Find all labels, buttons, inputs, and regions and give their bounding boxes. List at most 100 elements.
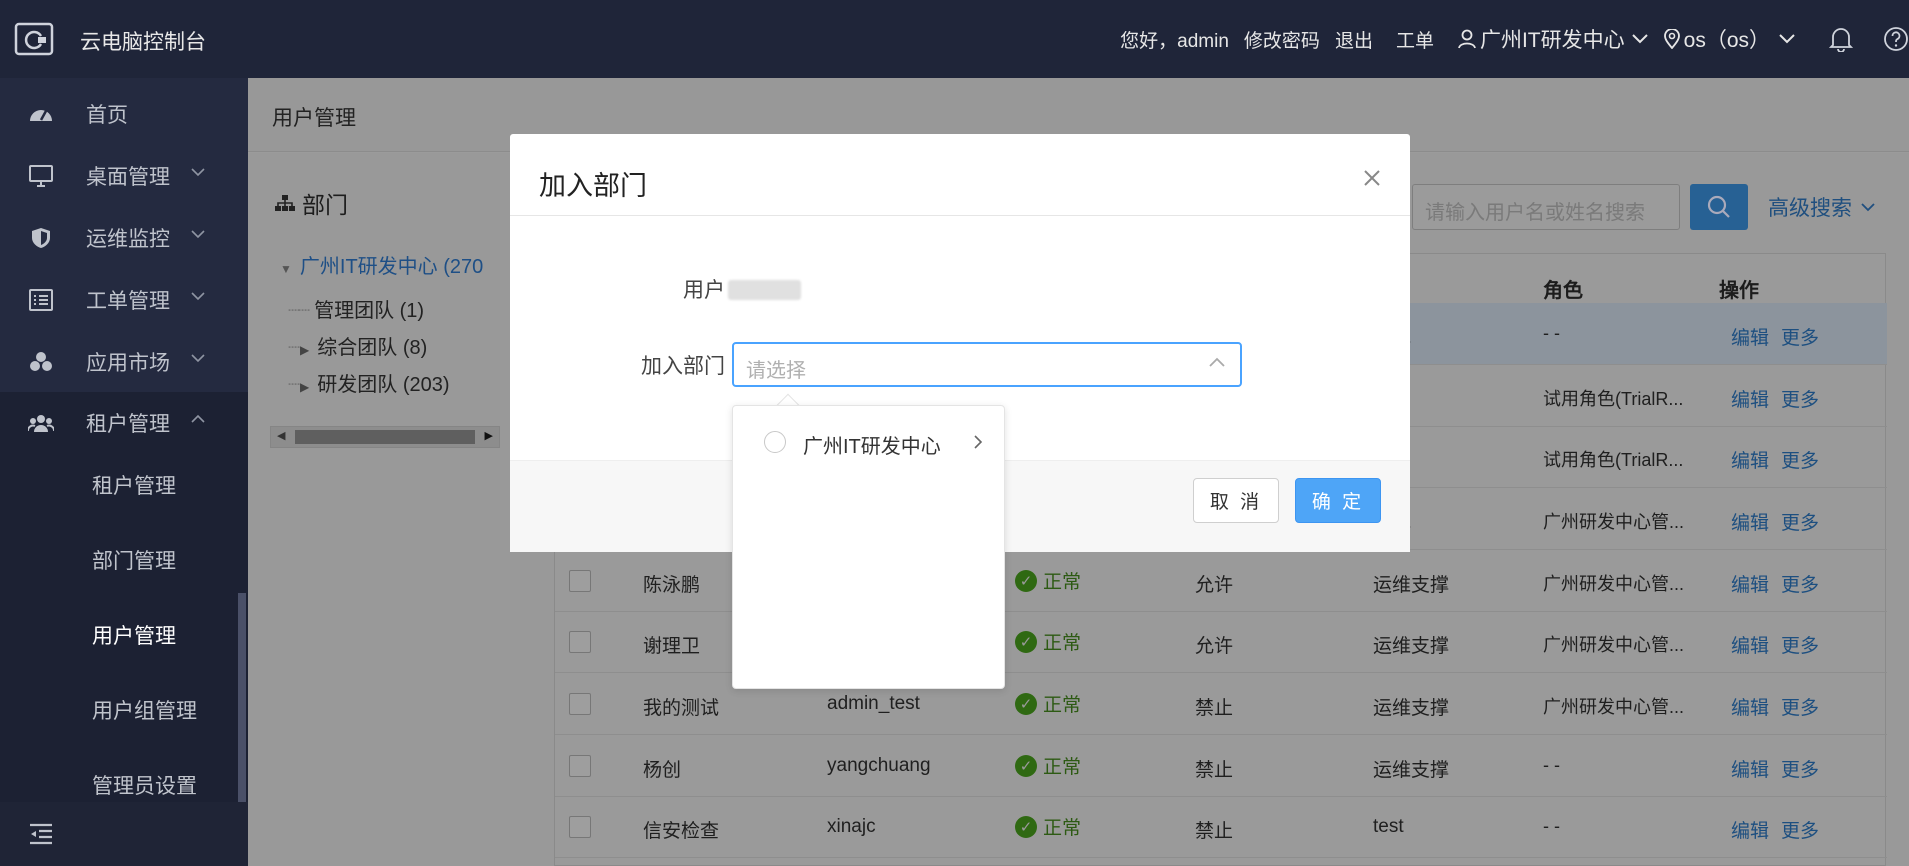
- collapse-menu-icon[interactable]: [28, 823, 54, 845]
- more-link[interactable]: 更多: [1781, 755, 1819, 782]
- sidebar-subitem-usergroup-manage[interactable]: 用户组管理: [0, 673, 248, 747]
- breadcrumb: 用户管理: [272, 107, 356, 130]
- cell-name: 陈泳鹏: [643, 575, 701, 596]
- location-pin-icon: [1663, 29, 1680, 49]
- more-link[interactable]: 更多: [1781, 816, 1819, 843]
- tree-node-root[interactable]: ▼ 广州IT研发中心 (270: [280, 250, 483, 279]
- sidebar-subitem-admin-settings[interactable]: 管理员设置: [0, 748, 248, 802]
- caret-down-icon[interactable]: ▼: [280, 262, 292, 276]
- scroll-right-icon[interactable]: ▶: [485, 429, 493, 442]
- confirm-button[interactable]: 确 定: [1295, 478, 1381, 523]
- edit-link[interactable]: 编辑: [1731, 508, 1769, 535]
- tree-node-label: 管理团队 (1): [314, 300, 425, 322]
- sidebar-item-app-market[interactable]: 应用市场: [0, 331, 248, 393]
- row-checkbox[interactable]: [569, 570, 591, 592]
- sidebar-item-tenant[interactable]: 租户管理: [0, 392, 248, 454]
- dashboard-icon: [30, 110, 52, 121]
- column-header-role: 角色: [1543, 280, 1583, 302]
- tree-node[interactable]: ┈ ▶ 研发团队 (203): [288, 368, 450, 397]
- sidebar-subitem-label: 用户组管理: [92, 700, 197, 723]
- more-link[interactable]: 更多: [1781, 446, 1819, 473]
- sidebar-item-label: 应用市场: [86, 352, 170, 375]
- sidebar-scrollbar[interactable]: [238, 593, 246, 802]
- cell-access: 允许: [1195, 636, 1234, 657]
- tree-node[interactable]: ┈ ▶ 综合团队 (8): [288, 331, 427, 360]
- org-switcher[interactable]: 广州IT研发中心: [1458, 24, 1649, 54]
- sidebar-subitem-user-manage[interactable]: 用户管理: [0, 598, 248, 672]
- sidebar-item-monitoring[interactable]: 运维监控: [0, 207, 248, 269]
- tree-node[interactable]: ┈┈ 管理团队 (1): [288, 294, 424, 323]
- chevron-down-icon: [1861, 203, 1875, 212]
- caret-right-icon[interactable]: ▶: [300, 380, 309, 394]
- sidebar-item-label: 运维监控: [86, 228, 170, 251]
- more-link[interactable]: 更多: [1781, 693, 1819, 720]
- check-circle-icon: ✓: [1015, 630, 1037, 653]
- sidebar-item-label: 桌面管理: [86, 166, 170, 189]
- edit-link[interactable]: 编辑: [1731, 323, 1769, 350]
- cell-role: - -: [1543, 816, 1560, 836]
- more-link[interactable]: 更多: [1781, 570, 1819, 597]
- cell-role: - -: [1543, 323, 1560, 343]
- department-label: 加入部门: [641, 355, 725, 378]
- advanced-search-toggle[interactable]: 高级搜索: [1768, 192, 1876, 222]
- search-input[interactable]: 请输入用户名或姓名搜索: [1412, 184, 1680, 230]
- edit-link[interactable]: 编辑: [1731, 755, 1769, 782]
- cell-status: ✓ 正常: [1015, 690, 1081, 717]
- sidebar-subitem-label: 部门管理: [92, 550, 176, 573]
- tree-node-label: 研发团队 (203): [317, 374, 450, 396]
- cell-name: 我的测试: [643, 698, 720, 719]
- row-checkbox[interactable]: [569, 755, 591, 777]
- edit-link[interactable]: 编辑: [1731, 570, 1769, 597]
- change-password-link[interactable]: 修改密码: [1244, 26, 1320, 53]
- more-link[interactable]: 更多: [1781, 508, 1819, 535]
- sidebar-subitem-tenant-manage[interactable]: 租户管理: [0, 448, 248, 522]
- close-icon[interactable]: [1358, 164, 1386, 192]
- edit-link[interactable]: 编辑: [1731, 816, 1769, 843]
- bell-icon[interactable]: [1829, 26, 1853, 52]
- cell-name: 杨创: [643, 760, 682, 781]
- edit-link[interactable]: 编辑: [1731, 631, 1769, 658]
- cell-role: - -: [1543, 755, 1560, 775]
- chevron-right-icon: [974, 435, 983, 449]
- region-switcher[interactable]: os（os）: [1663, 24, 1796, 54]
- ticket-link[interactable]: 工单: [1396, 26, 1434, 53]
- scroll-left-icon[interactable]: ◀: [277, 429, 285, 442]
- sidebar-item-tickets[interactable]: 工单管理: [0, 269, 248, 331]
- edit-link[interactable]: 编辑: [1731, 385, 1769, 412]
- edit-link[interactable]: 编辑: [1731, 446, 1769, 473]
- edit-link[interactable]: 编辑: [1731, 693, 1769, 720]
- chevron-down-icon: [191, 230, 205, 239]
- row-checkbox[interactable]: [569, 816, 591, 838]
- cancel-button[interactable]: 取 消: [1193, 478, 1279, 523]
- column-header-actions: 操作: [1719, 280, 1759, 302]
- logout-link[interactable]: 退出: [1335, 26, 1373, 53]
- department-title: 部门: [274, 186, 348, 220]
- cascader-option[interactable]: 广州IT研发中心: [733, 422, 1004, 462]
- search-button[interactable]: [1690, 184, 1748, 230]
- scroll-thumb[interactable]: [295, 430, 475, 444]
- cell-account: admin_test: [827, 693, 920, 714]
- caret-right-icon[interactable]: ▶: [300, 343, 309, 357]
- sidebar-item-desktop[interactable]: 桌面管理: [0, 145, 248, 207]
- sidebar-item-home[interactable]: 首页: [0, 83, 248, 145]
- more-link[interactable]: 更多: [1781, 631, 1819, 658]
- org-name: 广州IT研发中心: [1479, 29, 1625, 52]
- cell-role: 广州研发中心管...: [1543, 574, 1685, 594]
- department-select[interactable]: 请选择: [732, 342, 1242, 387]
- row-checkbox[interactable]: [569, 631, 591, 653]
- more-link[interactable]: 更多: [1781, 385, 1819, 412]
- list-icon: [29, 289, 53, 311]
- user-label: 用户: [683, 279, 725, 302]
- chevron-up-icon: [191, 414, 205, 423]
- help-icon[interactable]: [1883, 26, 1909, 52]
- sidebar-subitem-dept-manage[interactable]: 部门管理: [0, 523, 248, 597]
- more-link[interactable]: 更多: [1781, 323, 1819, 350]
- monitor-icon: [29, 165, 53, 187]
- status-text: 正常: [1043, 633, 1082, 654]
- radio-button[interactable]: [764, 431, 786, 453]
- tree-horizontal-scrollbar[interactable]: ◀ ▶: [270, 426, 500, 448]
- cell-access: 禁止: [1195, 821, 1234, 842]
- tree-node-label: 广州IT研发中心 (270: [299, 256, 484, 278]
- cell-role: 广州研发中心管...: [1543, 697, 1685, 717]
- row-checkbox[interactable]: [569, 693, 591, 715]
